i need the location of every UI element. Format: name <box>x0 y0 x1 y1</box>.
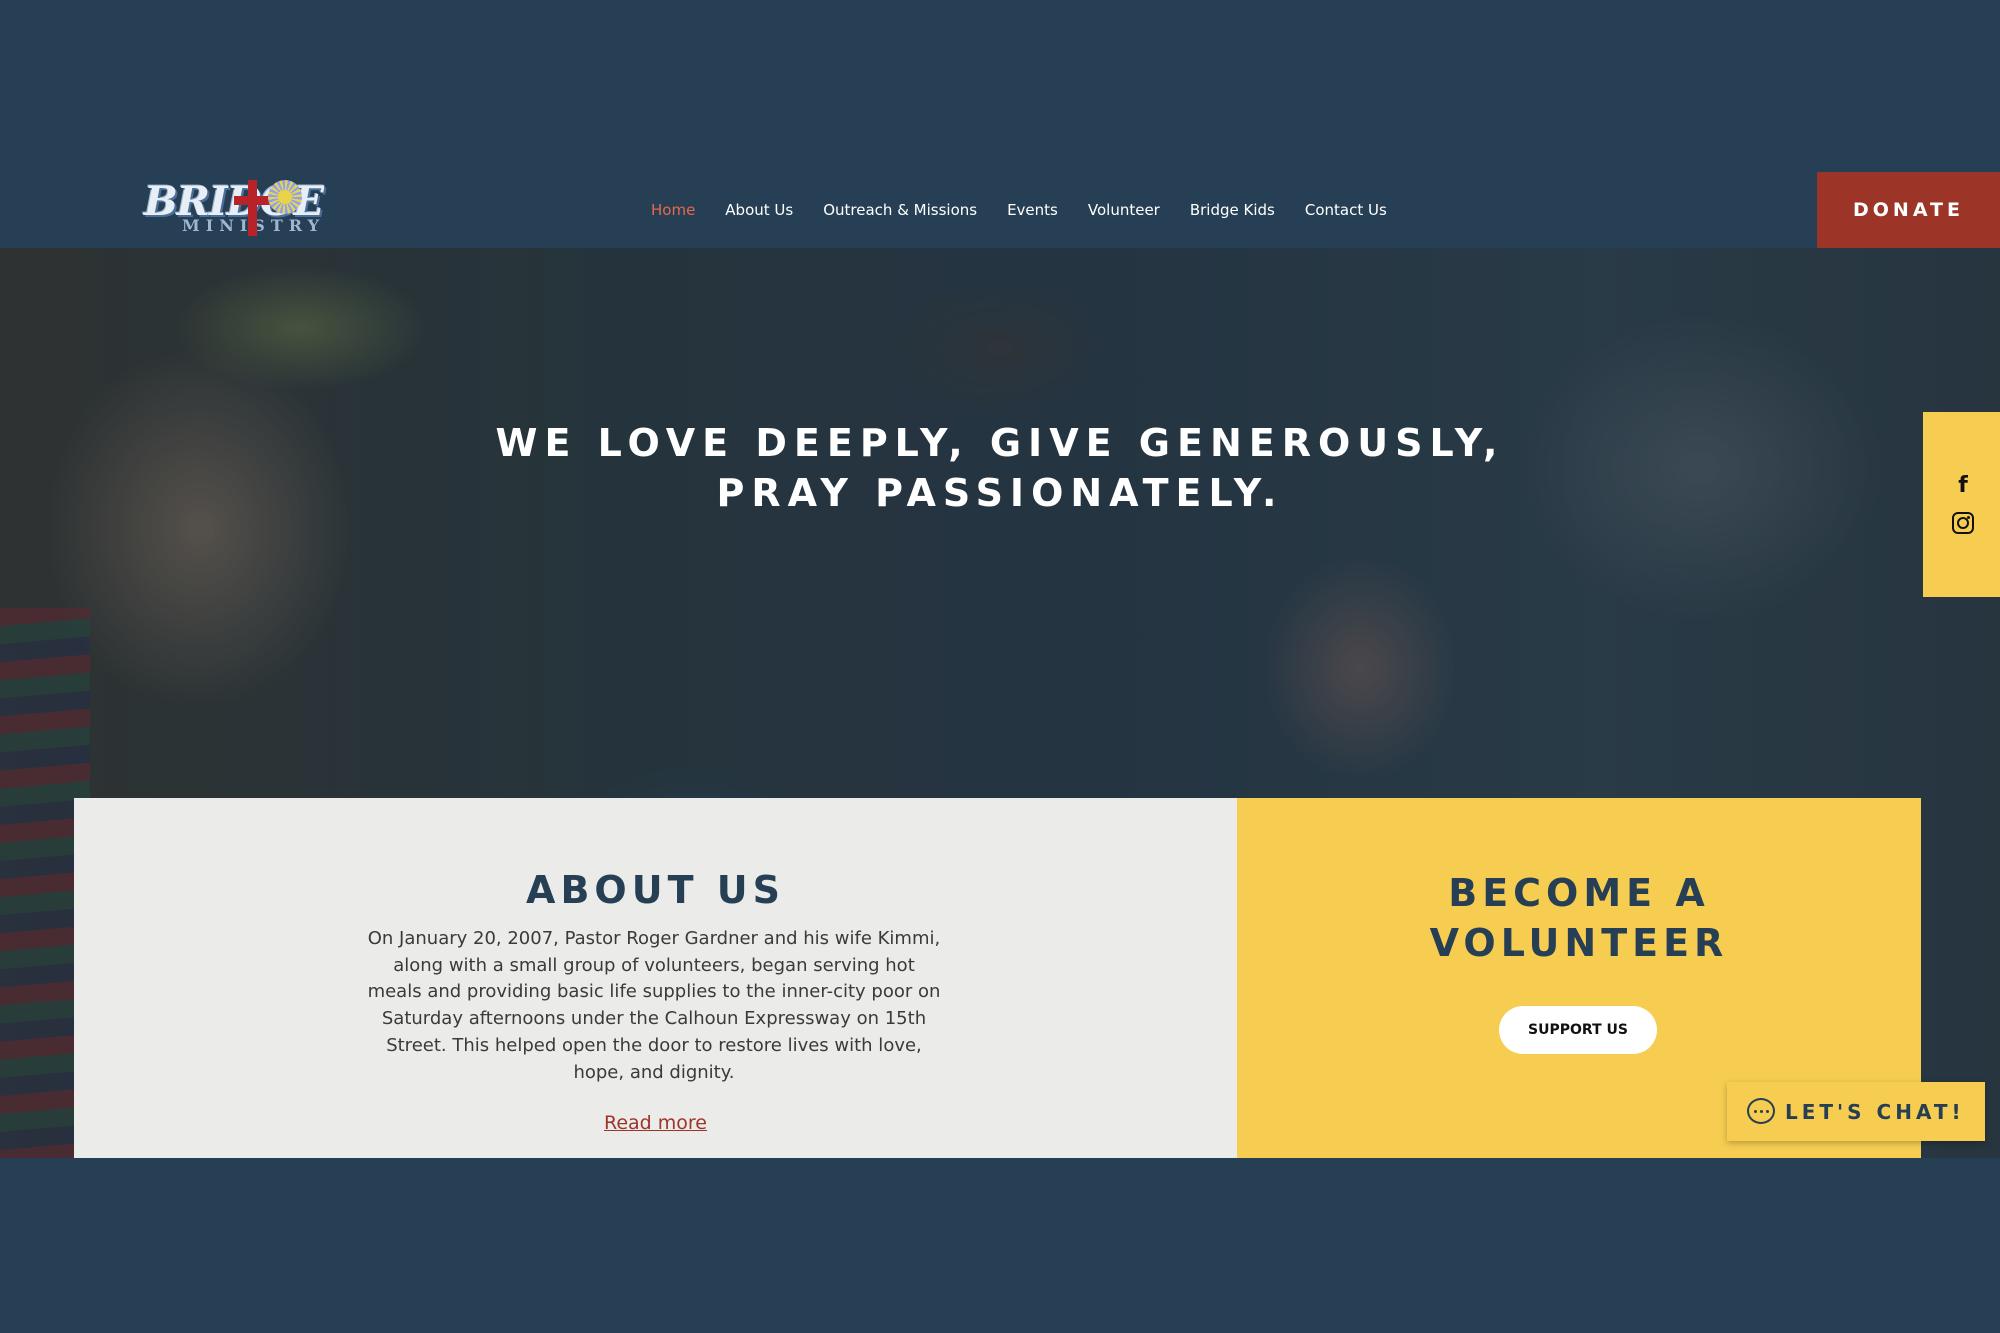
chat-bubble-icon <box>1747 1098 1775 1124</box>
nav-item-outreach-missions[interactable]: Outreach & Missions <box>823 201 977 219</box>
nav-item-contact-us[interactable]: Contact Us <box>1305 201 1387 219</box>
support-us-button[interactable]: SUPPORT US <box>1499 1006 1657 1054</box>
chat-widget-button[interactable]: LET'S CHAT! <box>1727 1082 1985 1141</box>
nav-item-about-us[interactable]: About Us <box>725 201 793 219</box>
nav-item-home[interactable]: Home <box>651 201 695 219</box>
chat-label: LET'S CHAT! <box>1785 1100 1965 1124</box>
donate-button[interactable]: DONATE <box>1817 172 2000 248</box>
facebook-icon[interactable]: f <box>1952 473 1974 498</box>
volunteer-title-line1: BECOME A <box>1448 871 1710 915</box>
main-nav: Home About Us Outreach & Missions Events… <box>651 197 1417 223</box>
social-bar: f <box>1923 412 2000 597</box>
nav-item-bridge-kids[interactable]: Bridge Kids <box>1190 201 1275 219</box>
cross-icon-bar <box>234 196 272 205</box>
hero-headline-line1: WE LOVE DEEPLY, GIVE GENEROUSLY, <box>495 421 1505 465</box>
about-us-body: On January 20, 2007, Pastor Roger Gardne… <box>367 928 941 1083</box>
about-us-panel: ABOUT US On January 20, 2007, Pastor Rog… <box>74 798 1237 1158</box>
bridge-ministry-logo[interactable]: BRIDGE MINISTRY <box>144 176 324 240</box>
about-us-title: ABOUT US <box>526 868 785 912</box>
volunteer-title: BECOME A VOLUNTEER <box>1237 868 1921 968</box>
nav-item-volunteer[interactable]: Volunteer <box>1088 201 1160 219</box>
cross-icon <box>248 180 257 236</box>
sunburst-icon <box>268 180 302 214</box>
volunteer-title-line2: VOLUNTEER <box>1429 921 1729 965</box>
instagram-icon[interactable] <box>1952 512 1974 534</box>
hero-headline: WE LOVE DEEPLY, GIVE GENEROUSLY, PRAY PA… <box>400 418 1600 518</box>
read-more-link[interactable]: Read more <box>74 1112 1237 1134</box>
nav-item-events[interactable]: Events <box>1007 201 1058 219</box>
hero-headline-line2: PRAY PASSIONATELY. <box>716 471 1284 515</box>
